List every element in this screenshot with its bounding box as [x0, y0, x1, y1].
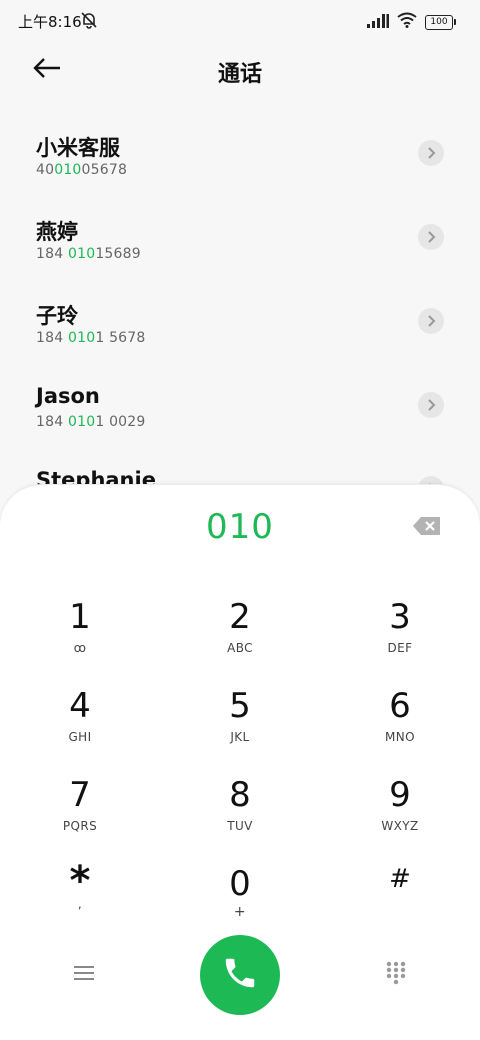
contact-number: 184 0101 0029: [36, 414, 146, 430]
key-letters: JKL: [230, 730, 250, 744]
contact-list: 小米客服 4001005678 燕婷 184 01015689 子玲 184 0…: [0, 112, 480, 492]
call-button[interactable]: [200, 935, 280, 1015]
key-3[interactable]: 3 DEF: [345, 597, 455, 671]
key-star[interactable]: * ,: [25, 861, 135, 935]
key-digit: 0: [229, 864, 251, 904]
key-letters: TUV: [227, 819, 253, 833]
dialpad-sheet: 010 1 ꝏ 2 ABC 3 DEF 4 GHI 5 JKL 6 MNO 7 …: [0, 484, 480, 1040]
menu-icon: [74, 965, 94, 985]
contact-item[interactable]: 子玲 184 0101 5678: [0, 280, 480, 364]
contact-name: 子玲: [36, 304, 78, 328]
key-letters: MNO: [385, 730, 415, 744]
key-digit: *: [69, 858, 91, 904]
contact-name: Jason: [36, 384, 100, 408]
status-time: 上午8:16: [18, 13, 82, 31]
voicemail-icon: ꝏ: [73, 641, 87, 655]
key-digit: 3: [389, 597, 411, 637]
phone-icon: [221, 954, 259, 996]
contact-name: 小米客服: [36, 136, 120, 160]
battery-level: 100: [425, 14, 453, 30]
wifi-icon: [397, 12, 417, 32]
contact-detail-button[interactable]: [418, 392, 444, 418]
contact-number: 184 0101 5678: [36, 330, 146, 346]
contact-detail-button[interactable]: [418, 224, 444, 250]
key-digit: 7: [69, 775, 91, 815]
key-letters: ABC: [227, 641, 253, 655]
key-digit: 4: [69, 686, 91, 726]
key-2[interactable]: 2 ABC: [185, 597, 295, 671]
key-9[interactable]: 9 WXYZ: [345, 775, 455, 849]
contact-item[interactable]: 小米客服 4001005678: [0, 112, 480, 196]
key-digit: #: [389, 864, 411, 894]
backspace-icon: [412, 517, 442, 541]
contact-name: 燕婷: [36, 220, 78, 244]
header: 通话: [0, 50, 480, 90]
contact-number: 4001005678: [36, 162, 128, 178]
battery-icon: 100: [425, 14, 456, 30]
key-7[interactable]: 7 PQRS: [25, 775, 135, 849]
dialed-number: 010: [206, 507, 274, 547]
key-digit: 5: [229, 686, 251, 726]
keypad-toggle-button[interactable]: [374, 955, 418, 995]
status-bar: 上午8:16 100: [0, 0, 480, 42]
key-letters: PQRS: [62, 819, 98, 833]
key-digit: 1: [69, 597, 91, 637]
chevron-right-icon: [426, 144, 436, 163]
page-title: 通话: [217, 62, 262, 87]
bell-off-icon: [80, 11, 98, 33]
key-letters: WXYZ: [381, 819, 419, 833]
backspace-button[interactable]: [412, 515, 442, 537]
dialer-screen: 上午8:16 100 通话 小米客服 4001005678 燕婷 184 010…: [0, 0, 480, 1040]
contact-detail-button[interactable]: [418, 140, 444, 166]
key-letters: GHI: [68, 730, 92, 744]
dialer-actions: [0, 935, 480, 1017]
key-hash[interactable]: #: [345, 859, 455, 933]
key-0[interactable]: 0 +: [185, 864, 295, 938]
key-letters: DEF: [387, 641, 413, 655]
chevron-right-icon: [426, 396, 436, 415]
key-digit: 2: [229, 597, 251, 637]
key-digit: 6: [389, 686, 411, 726]
chevron-right-icon: [426, 228, 436, 247]
signal-icon: [367, 13, 389, 32]
contact-item[interactable]: Jason 184 0101 0029: [0, 364, 480, 448]
key-letters: ,: [77, 897, 83, 911]
chevron-right-icon: [426, 312, 436, 331]
key-1[interactable]: 1 ꝏ: [25, 597, 135, 671]
contact-item[interactable]: 燕婷 184 01015689: [0, 196, 480, 280]
key-6[interactable]: 6 MNO: [345, 686, 455, 760]
contact-number: 184 01015689: [36, 246, 141, 262]
key-digit: 8: [229, 775, 251, 815]
key-5[interactable]: 5 JKL: [185, 686, 295, 760]
menu-button[interactable]: [62, 955, 106, 995]
status-icons: 100: [367, 12, 456, 32]
dialpad-icon: [386, 961, 406, 989]
key-letters: +: [233, 904, 247, 920]
key-4[interactable]: 4 GHI: [25, 686, 135, 760]
contact-detail-button[interactable]: [418, 308, 444, 334]
key-8[interactable]: 8 TUV: [185, 775, 295, 849]
key-digit: 9: [389, 775, 411, 815]
